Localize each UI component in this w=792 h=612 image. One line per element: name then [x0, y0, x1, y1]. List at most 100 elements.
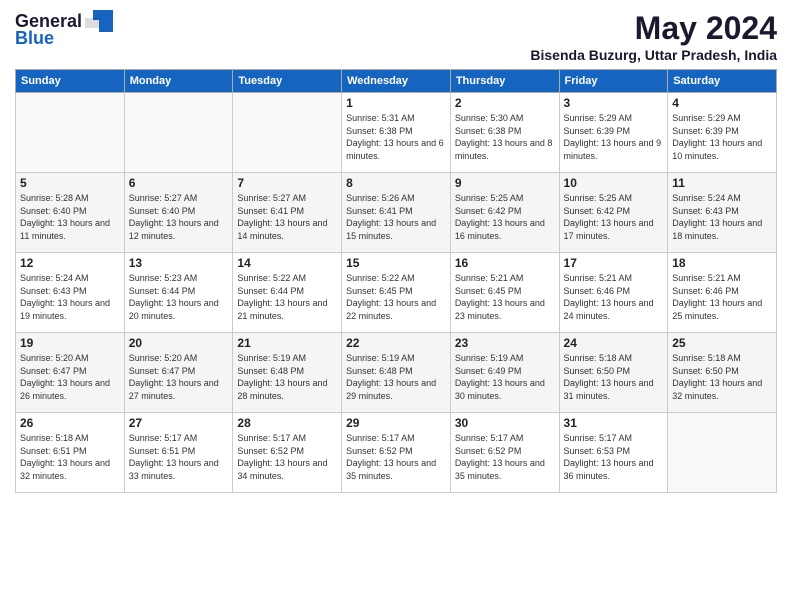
day-info: Sunrise: 5:20 AMSunset: 6:47 PMDaylight:…: [20, 352, 120, 402]
calendar-cell: 3 Sunrise: 5:29 AMSunset: 6:39 PMDayligh…: [559, 93, 668, 173]
title-block: May 2024 Bisenda Buzurg, Uttar Pradesh, …: [530, 10, 777, 63]
day-number: 6: [129, 176, 229, 190]
day-info: Sunrise: 5:17 AMSunset: 6:51 PMDaylight:…: [129, 432, 229, 482]
calendar-cell: 1 Sunrise: 5:31 AMSunset: 6:38 PMDayligh…: [342, 93, 451, 173]
day-number: 15: [346, 256, 446, 270]
day-number: 7: [237, 176, 337, 190]
day-number: 28: [237, 416, 337, 430]
weekday-header-thursday: Thursday: [450, 70, 559, 93]
day-info: Sunrise: 5:19 AMSunset: 6:48 PMDaylight:…: [346, 352, 446, 402]
day-info: Sunrise: 5:19 AMSunset: 6:49 PMDaylight:…: [455, 352, 555, 402]
day-number: 21: [237, 336, 337, 350]
calendar-cell: 18 Sunrise: 5:21 AMSunset: 6:46 PMDaylig…: [668, 253, 777, 333]
calendar-cell: 10 Sunrise: 5:25 AMSunset: 6:42 PMDaylig…: [559, 173, 668, 253]
calendar-cell: 24 Sunrise: 5:18 AMSunset: 6:50 PMDaylig…: [559, 333, 668, 413]
day-number: 19: [20, 336, 120, 350]
day-info: Sunrise: 5:26 AMSunset: 6:41 PMDaylight:…: [346, 192, 446, 242]
calendar-cell: [233, 93, 342, 173]
calendar-cell: 5 Sunrise: 5:28 AMSunset: 6:40 PMDayligh…: [16, 173, 125, 253]
calendar-cell: 11 Sunrise: 5:24 AMSunset: 6:43 PMDaylig…: [668, 173, 777, 253]
day-number: 3: [564, 96, 664, 110]
day-info: Sunrise: 5:17 AMSunset: 6:52 PMDaylight:…: [346, 432, 446, 482]
weekday-header-saturday: Saturday: [668, 70, 777, 93]
logo-icon: [85, 10, 113, 32]
day-info: Sunrise: 5:28 AMSunset: 6:40 PMDaylight:…: [20, 192, 120, 242]
day-number: 22: [346, 336, 446, 350]
day-info: Sunrise: 5:27 AMSunset: 6:41 PMDaylight:…: [237, 192, 337, 242]
day-info: Sunrise: 5:18 AMSunset: 6:50 PMDaylight:…: [672, 352, 772, 402]
day-number: 24: [564, 336, 664, 350]
day-info: Sunrise: 5:30 AMSunset: 6:38 PMDaylight:…: [455, 112, 555, 162]
calendar-cell: [668, 413, 777, 493]
day-info: Sunrise: 5:23 AMSunset: 6:44 PMDaylight:…: [129, 272, 229, 322]
day-number: 20: [129, 336, 229, 350]
day-info: Sunrise: 5:21 AMSunset: 6:45 PMDaylight:…: [455, 272, 555, 322]
day-info: Sunrise: 5:19 AMSunset: 6:48 PMDaylight:…: [237, 352, 337, 402]
calendar-cell: 20 Sunrise: 5:20 AMSunset: 6:47 PMDaylig…: [124, 333, 233, 413]
day-info: Sunrise: 5:17 AMSunset: 6:53 PMDaylight:…: [564, 432, 664, 482]
calendar-cell: 26 Sunrise: 5:18 AMSunset: 6:51 PMDaylig…: [16, 413, 125, 493]
day-info: Sunrise: 5:24 AMSunset: 6:43 PMDaylight:…: [20, 272, 120, 322]
day-number: 14: [237, 256, 337, 270]
weekday-header-sunday: Sunday: [16, 70, 125, 93]
day-info: Sunrise: 5:29 AMSunset: 6:39 PMDaylight:…: [672, 112, 772, 162]
calendar-cell: 27 Sunrise: 5:17 AMSunset: 6:51 PMDaylig…: [124, 413, 233, 493]
day-number: 30: [455, 416, 555, 430]
calendar-cell: 8 Sunrise: 5:26 AMSunset: 6:41 PMDayligh…: [342, 173, 451, 253]
day-info: Sunrise: 5:24 AMSunset: 6:43 PMDaylight:…: [672, 192, 772, 242]
calendar-cell: 30 Sunrise: 5:17 AMSunset: 6:52 PMDaylig…: [450, 413, 559, 493]
day-info: Sunrise: 5:22 AMSunset: 6:45 PMDaylight:…: [346, 272, 446, 322]
day-info: Sunrise: 5:25 AMSunset: 6:42 PMDaylight:…: [455, 192, 555, 242]
day-number: 13: [129, 256, 229, 270]
day-number: 18: [672, 256, 772, 270]
calendar-cell: 31 Sunrise: 5:17 AMSunset: 6:53 PMDaylig…: [559, 413, 668, 493]
day-number: 17: [564, 256, 664, 270]
day-info: Sunrise: 5:29 AMSunset: 6:39 PMDaylight:…: [564, 112, 664, 162]
calendar-cell: 7 Sunrise: 5:27 AMSunset: 6:41 PMDayligh…: [233, 173, 342, 253]
day-number: 4: [672, 96, 772, 110]
day-number: 26: [20, 416, 120, 430]
calendar-cell: 2 Sunrise: 5:30 AMSunset: 6:38 PMDayligh…: [450, 93, 559, 173]
calendar-cell: 19 Sunrise: 5:20 AMSunset: 6:47 PMDaylig…: [16, 333, 125, 413]
weekday-header-monday: Monday: [124, 70, 233, 93]
month-title: May 2024: [530, 10, 777, 47]
day-number: 5: [20, 176, 120, 190]
day-number: 11: [672, 176, 772, 190]
calendar-cell: 23 Sunrise: 5:19 AMSunset: 6:49 PMDaylig…: [450, 333, 559, 413]
calendar-cell: 6 Sunrise: 5:27 AMSunset: 6:40 PMDayligh…: [124, 173, 233, 253]
weekday-header-friday: Friday: [559, 70, 668, 93]
calendar-cell: 28 Sunrise: 5:17 AMSunset: 6:52 PMDaylig…: [233, 413, 342, 493]
calendar-cell: 13 Sunrise: 5:23 AMSunset: 6:44 PMDaylig…: [124, 253, 233, 333]
calendar-cell: 17 Sunrise: 5:21 AMSunset: 6:46 PMDaylig…: [559, 253, 668, 333]
day-info: Sunrise: 5:22 AMSunset: 6:44 PMDaylight:…: [237, 272, 337, 322]
calendar-cell: [16, 93, 125, 173]
day-number: 27: [129, 416, 229, 430]
day-info: Sunrise: 5:25 AMSunset: 6:42 PMDaylight:…: [564, 192, 664, 242]
day-number: 8: [346, 176, 446, 190]
day-info: Sunrise: 5:17 AMSunset: 6:52 PMDaylight:…: [455, 432, 555, 482]
day-info: Sunrise: 5:21 AMSunset: 6:46 PMDaylight:…: [672, 272, 772, 322]
weekday-header-wednesday: Wednesday: [342, 70, 451, 93]
calendar-cell: 29 Sunrise: 5:17 AMSunset: 6:52 PMDaylig…: [342, 413, 451, 493]
calendar-cell: 22 Sunrise: 5:19 AMSunset: 6:48 PMDaylig…: [342, 333, 451, 413]
calendar-cell: 25 Sunrise: 5:18 AMSunset: 6:50 PMDaylig…: [668, 333, 777, 413]
logo-blue: Blue: [15, 28, 54, 49]
calendar-cell: 15 Sunrise: 5:22 AMSunset: 6:45 PMDaylig…: [342, 253, 451, 333]
day-number: 2: [455, 96, 555, 110]
calendar-cell: 14 Sunrise: 5:22 AMSunset: 6:44 PMDaylig…: [233, 253, 342, 333]
day-info: Sunrise: 5:20 AMSunset: 6:47 PMDaylight:…: [129, 352, 229, 402]
page-header: General Blue May 2024 Bisenda Buzurg, Ut…: [15, 10, 777, 63]
calendar-cell: 4 Sunrise: 5:29 AMSunset: 6:39 PMDayligh…: [668, 93, 777, 173]
day-number: 10: [564, 176, 664, 190]
day-number: 12: [20, 256, 120, 270]
day-info: Sunrise: 5:18 AMSunset: 6:51 PMDaylight:…: [20, 432, 120, 482]
day-number: 9: [455, 176, 555, 190]
calendar-table: SundayMondayTuesdayWednesdayThursdayFrid…: [15, 69, 777, 493]
calendar-cell: [124, 93, 233, 173]
calendar-cell: 21 Sunrise: 5:19 AMSunset: 6:48 PMDaylig…: [233, 333, 342, 413]
day-info: Sunrise: 5:31 AMSunset: 6:38 PMDaylight:…: [346, 112, 446, 162]
day-number: 23: [455, 336, 555, 350]
day-info: Sunrise: 5:18 AMSunset: 6:50 PMDaylight:…: [564, 352, 664, 402]
day-number: 29: [346, 416, 446, 430]
calendar-cell: 9 Sunrise: 5:25 AMSunset: 6:42 PMDayligh…: [450, 173, 559, 253]
